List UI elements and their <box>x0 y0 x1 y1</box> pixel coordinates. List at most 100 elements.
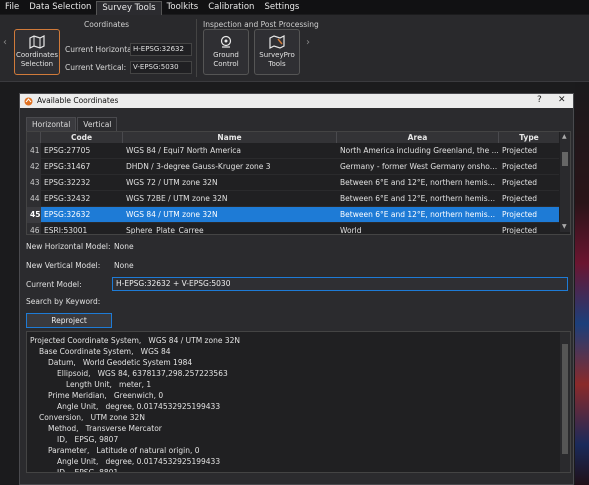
help-button[interactable]: ? <box>537 95 542 105</box>
table-row[interactable]: 44 EPSG:32432 WGS 72BE / UTM zone 32N Betwe… <box>27 191 559 207</box>
menu-settings[interactable]: Settings <box>259 0 304 14</box>
wkt-line: Angle Unit, degree, 0.0174532925199433 <box>57 457 221 466</box>
scrollbar-thumb[interactable] <box>562 344 568 454</box>
cell-name: WGS 72 / UTM zone 32N <box>126 178 218 187</box>
background-viewport <box>575 82 589 485</box>
cell-code: EPSG:32232 <box>44 178 91 187</box>
cell-area: Between 6°E and 12°E, northern hemispher… <box>340 210 499 219</box>
table-row[interactable]: 43 EPSG:32232 WGS 72 / UTM zone 32N Between… <box>27 175 559 191</box>
available-coordinates-dialog: Available Coordinates ? ✕ Horizontal Ver… <box>19 93 574 485</box>
cell-name: DHDN / 3-degree Gauss-Kruger zone 3 <box>126 162 271 171</box>
cell-area: World <box>340 226 362 235</box>
cell-code: EPSG:31467 <box>44 162 91 171</box>
wkt-line: Datum, World Geodetic System 1984 <box>48 358 193 367</box>
menu-calibration[interactable]: Calibration <box>203 0 259 14</box>
coordinates-selection-button[interactable]: Coordinates Selection <box>14 29 60 75</box>
menu-bar: File Data Selection Survey Tools Toolkit… <box>0 0 589 15</box>
new-vertical-value: None <box>114 261 134 270</box>
map-tools-icon <box>269 35 285 49</box>
menu-file[interactable]: File <box>0 0 24 14</box>
column-area[interactable]: Area <box>337 132 499 143</box>
table-header: Code Name Area Type <box>27 132 559 143</box>
table-row[interactable]: 45 EPSG:32632 WGS 84 / UTM zone 32N Between… <box>27 207 559 223</box>
cell-name: Sphere_Plate_Carree <box>126 226 204 235</box>
cell-num: 45 <box>27 207 41 223</box>
cell-num: 44 <box>27 191 41 207</box>
cell-type: Projected <box>502 162 538 171</box>
cell-type: Projected <box>502 146 538 155</box>
close-icon[interactable]: ✕ <box>558 95 566 105</box>
scroll-down-icon[interactable]: ▼ <box>562 223 567 230</box>
cell-num: 43 <box>27 175 41 191</box>
dialog-title: Available Coordinates <box>37 96 119 105</box>
cell-num: 41 <box>27 143 41 159</box>
ribbon-scroll-right-icon[interactable]: › <box>306 37 310 48</box>
ground-control-button[interactable]: Ground Control <box>203 29 249 75</box>
scrollbar-thumb[interactable] <box>562 152 568 166</box>
table-row[interactable]: 41 EPSG:27705 WGS 84 / Equi7 North America… <box>27 143 559 159</box>
cell-type: Projected <box>502 178 538 187</box>
cell-num: 46 <box>27 223 41 234</box>
wkt-text-area[interactable]: Projected Coordinate System, WGS 84 / UT… <box>26 331 571 473</box>
current-vertical-label: Current Vertical: <box>65 63 127 72</box>
cell-name: WGS 72BE / UTM zone 32N <box>126 194 228 203</box>
cell-code: EPSG:32632 <box>44 210 91 219</box>
new-horizontal-value: None <box>114 242 134 251</box>
inspection-group-label: Inspection and Post Processing <box>203 20 319 29</box>
current-horizontal-value: H-EPSG:32632 <box>130 43 192 56</box>
cell-area: Between 6°E and 12°E, northern hemispher… <box>340 194 499 203</box>
wkt-line: Method, Transverse Mercator <box>48 424 162 433</box>
ribbon: ‹ Coordinates Coordinates Selection Curr… <box>0 15 589 82</box>
wkt-line: Prime Meridian, Greenwich, 0 <box>48 391 164 400</box>
menu-data-selection[interactable]: Data Selection <box>24 0 96 14</box>
tab-horizontal[interactable]: Horizontal <box>26 117 77 131</box>
new-horizontal-label: New Horizontal Model: <box>26 242 111 251</box>
table-row[interactable]: 46 ESRI:53001 Sphere_Plate_Carree World Proj… <box>27 223 559 235</box>
cell-area: Germany - former West Germany onshore ..… <box>340 162 499 171</box>
column-code[interactable]: Code <box>41 132 123 143</box>
cell-type: Projected <box>502 210 538 219</box>
tab-bar: Horizontal Vertical <box>26 117 118 131</box>
wkt-line: Projected Coordinate System, WGS 84 / UT… <box>30 336 240 345</box>
current-model-field[interactable]: H-EPSG:32632 + V-EPSG:5030 <box>112 277 568 291</box>
wkt-line: Conversion, UTM zone 32N <box>39 413 145 422</box>
menu-survey-tools[interactable]: Survey Tools <box>96 0 162 15</box>
table-scrollbar[interactable]: ▲ ▼ <box>560 132 570 232</box>
location-pin-icon <box>220 35 232 48</box>
cell-name: WGS 84 / Equi7 North America <box>126 146 242 155</box>
cell-area: Between 6°E and 12°E, northern hemispher… <box>340 178 499 187</box>
ribbon-scroll-left-icon[interactable]: ‹ <box>3 37 7 48</box>
current-model-label: Current Model: <box>26 280 82 289</box>
current-horizontal-label: Current Horizontal: <box>65 45 137 54</box>
coordinates-selection-label: Coordinates Selection <box>15 51 59 68</box>
surveypro-tools-label: SurveyPro Tools <box>259 51 295 68</box>
surveypro-tools-button[interactable]: SurveyPro Tools <box>254 29 300 75</box>
map-icon <box>29 35 45 49</box>
ground-control-label: Ground Control <box>213 51 239 68</box>
menu-toolkits[interactable]: Toolkits <box>162 0 204 14</box>
wkt-line: Angle Unit, degree, 0.0174532925199433 <box>57 402 221 411</box>
row-number-header <box>27 132 41 143</box>
coordinates-group-label: Coordinates <box>84 20 130 29</box>
cell-area: North America including Greenland, the .… <box>340 146 499 155</box>
cell-num: 42 <box>27 159 41 175</box>
wkt-line: ID, EPSG, 8801 <box>57 468 119 473</box>
coordinates-table: Code Name Area Type 41 EPSG:27705 WGS 84 /… <box>26 131 571 235</box>
tab-vertical[interactable]: Vertical <box>77 117 118 131</box>
new-vertical-label: New Vertical Model: <box>26 261 101 270</box>
current-vertical-value: V-EPSG:5030 <box>130 61 192 74</box>
search-label: Search by Keyword: <box>26 297 101 306</box>
cell-type: Projected <box>502 194 538 203</box>
cell-code: EPSG:32432 <box>44 194 91 203</box>
table-row[interactable]: 42 EPSG:31467 DHDN / 3-degree Gauss-Kruger… <box>27 159 559 175</box>
scroll-up-icon[interactable]: ▲ <box>562 133 567 140</box>
cell-name: WGS 84 / UTM zone 32N <box>126 210 218 219</box>
group-divider <box>196 19 197 77</box>
column-name[interactable]: Name <box>123 132 337 143</box>
wkt-scrollbar[interactable] <box>560 332 570 472</box>
wkt-line: Ellipsoid, WGS 84, 6378137,298.257223563 <box>57 369 228 378</box>
column-type[interactable]: Type <box>499 132 559 143</box>
wkt-line: Base Coordinate System, WGS 84 <box>39 347 171 356</box>
reproject-button[interactable]: Reproject <box>26 313 112 328</box>
cell-code: EPSG:27705 <box>44 146 91 155</box>
